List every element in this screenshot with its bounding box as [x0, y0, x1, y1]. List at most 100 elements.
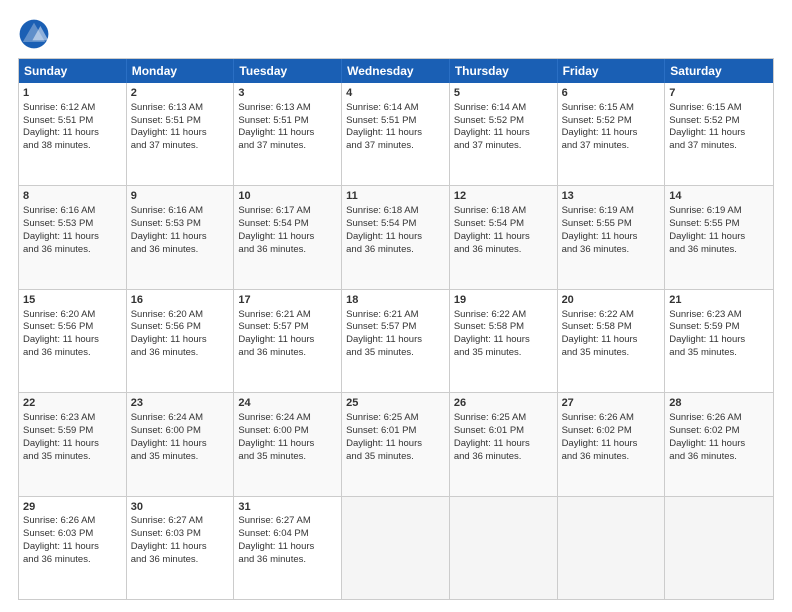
- sunrise-label: Sunrise: 6:26 AM: [562, 412, 634, 423]
- daylight-label: Daylight: 11 hours: [562, 127, 638, 138]
- calendar-cell-29: 29Sunrise: 6:26 AMSunset: 6:03 PMDayligh…: [19, 497, 127, 599]
- daylight-label: Daylight: 11 hours: [23, 334, 99, 345]
- sunset-label: Sunset: 5:51 PM: [23, 115, 93, 126]
- calendar-cell-11: 11Sunrise: 6:18 AMSunset: 5:54 PMDayligh…: [342, 186, 450, 288]
- sunset-label: Sunset: 5:51 PM: [131, 115, 201, 126]
- calendar-cell-empty: [342, 497, 450, 599]
- day-number: 4: [346, 86, 445, 101]
- sunset-label: Sunset: 5:54 PM: [238, 218, 308, 229]
- daylight-minutes: and 36 minutes.: [669, 451, 737, 462]
- day-number: 2: [131, 86, 230, 101]
- sunset-label: Sunset: 5:52 PM: [454, 115, 524, 126]
- sunrise-label: Sunrise: 6:21 AM: [238, 309, 310, 320]
- day-number: 10: [238, 189, 337, 204]
- daylight-minutes: and 36 minutes.: [454, 451, 522, 462]
- sunrise-label: Sunrise: 6:16 AM: [23, 205, 95, 216]
- header-day-monday: Monday: [127, 59, 235, 83]
- daylight-minutes: and 36 minutes.: [346, 244, 414, 255]
- header: [18, 18, 774, 50]
- calendar: SundayMondayTuesdayWednesdayThursdayFrid…: [18, 58, 774, 600]
- daylight-label: Daylight: 11 hours: [131, 127, 207, 138]
- daylight-minutes: and 37 minutes.: [346, 140, 414, 151]
- day-number: 3: [238, 86, 337, 101]
- sunrise-label: Sunrise: 6:26 AM: [23, 515, 95, 526]
- sunset-label: Sunset: 5:55 PM: [562, 218, 632, 229]
- logo: [18, 18, 54, 50]
- sunrise-label: Sunrise: 6:21 AM: [346, 309, 418, 320]
- daylight-minutes: and 35 minutes.: [23, 451, 91, 462]
- day-number: 20: [562, 293, 661, 308]
- daylight-minutes: and 36 minutes.: [238, 347, 306, 358]
- day-number: 29: [23, 500, 122, 515]
- daylight-label: Daylight: 11 hours: [346, 334, 422, 345]
- calendar-cell-17: 17Sunrise: 6:21 AMSunset: 5:57 PMDayligh…: [234, 290, 342, 392]
- day-number: 30: [131, 500, 230, 515]
- calendar-cell-1: 1Sunrise: 6:12 AMSunset: 5:51 PMDaylight…: [19, 83, 127, 185]
- sunrise-label: Sunrise: 6:23 AM: [669, 309, 741, 320]
- sunrise-label: Sunrise: 6:27 AM: [238, 515, 310, 526]
- daylight-minutes: and 37 minutes.: [238, 140, 306, 151]
- sunset-label: Sunset: 6:01 PM: [454, 425, 524, 436]
- daylight-minutes: and 35 minutes.: [238, 451, 306, 462]
- sunrise-label: Sunrise: 6:13 AM: [238, 102, 310, 113]
- sunset-label: Sunset: 5:56 PM: [131, 321, 201, 332]
- day-number: 21: [669, 293, 769, 308]
- day-number: 25: [346, 396, 445, 411]
- sunrise-label: Sunrise: 6:14 AM: [346, 102, 418, 113]
- daylight-label: Daylight: 11 hours: [454, 127, 530, 138]
- calendar-cell-19: 19Sunrise: 6:22 AMSunset: 5:58 PMDayligh…: [450, 290, 558, 392]
- calendar-cell-23: 23Sunrise: 6:24 AMSunset: 6:00 PMDayligh…: [127, 393, 235, 495]
- sunset-label: Sunset: 6:03 PM: [131, 528, 201, 539]
- sunset-label: Sunset: 5:55 PM: [669, 218, 739, 229]
- daylight-label: Daylight: 11 hours: [669, 231, 745, 242]
- sunrise-label: Sunrise: 6:16 AM: [131, 205, 203, 216]
- calendar-cell-27: 27Sunrise: 6:26 AMSunset: 6:02 PMDayligh…: [558, 393, 666, 495]
- sunset-label: Sunset: 5:51 PM: [346, 115, 416, 126]
- daylight-label: Daylight: 11 hours: [23, 438, 99, 449]
- calendar-cell-5: 5Sunrise: 6:14 AMSunset: 5:52 PMDaylight…: [450, 83, 558, 185]
- calendar-cell-12: 12Sunrise: 6:18 AMSunset: 5:54 PMDayligh…: [450, 186, 558, 288]
- calendar-cell-28: 28Sunrise: 6:26 AMSunset: 6:02 PMDayligh…: [665, 393, 773, 495]
- sunrise-label: Sunrise: 6:13 AM: [131, 102, 203, 113]
- daylight-minutes: and 36 minutes.: [131, 554, 199, 565]
- daylight-minutes: and 36 minutes.: [23, 554, 91, 565]
- header-day-tuesday: Tuesday: [234, 59, 342, 83]
- calendar-cell-20: 20Sunrise: 6:22 AMSunset: 5:58 PMDayligh…: [558, 290, 666, 392]
- daylight-label: Daylight: 11 hours: [669, 438, 745, 449]
- day-number: 22: [23, 396, 122, 411]
- sunrise-label: Sunrise: 6:26 AM: [669, 412, 741, 423]
- daylight-label: Daylight: 11 hours: [238, 438, 314, 449]
- daylight-minutes: and 37 minutes.: [131, 140, 199, 151]
- day-number: 18: [346, 293, 445, 308]
- daylight-minutes: and 36 minutes.: [131, 347, 199, 358]
- daylight-minutes: and 36 minutes.: [238, 554, 306, 565]
- daylight-minutes: and 36 minutes.: [238, 244, 306, 255]
- calendar-header: SundayMondayTuesdayWednesdayThursdayFrid…: [19, 59, 773, 83]
- daylight-label: Daylight: 11 hours: [23, 541, 99, 552]
- sunrise-label: Sunrise: 6:19 AM: [669, 205, 741, 216]
- calendar-cell-empty: [558, 497, 666, 599]
- sunset-label: Sunset: 5:56 PM: [23, 321, 93, 332]
- calendar-cell-24: 24Sunrise: 6:24 AMSunset: 6:00 PMDayligh…: [234, 393, 342, 495]
- daylight-label: Daylight: 11 hours: [562, 231, 638, 242]
- calendar-cell-8: 8Sunrise: 6:16 AMSunset: 5:53 PMDaylight…: [19, 186, 127, 288]
- sunset-label: Sunset: 6:02 PM: [562, 425, 632, 436]
- day-number: 26: [454, 396, 553, 411]
- daylight-minutes: and 36 minutes.: [131, 244, 199, 255]
- sunrise-label: Sunrise: 6:22 AM: [454, 309, 526, 320]
- calendar-body: 1Sunrise: 6:12 AMSunset: 5:51 PMDaylight…: [19, 83, 773, 599]
- sunrise-label: Sunrise: 6:15 AM: [669, 102, 741, 113]
- daylight-minutes: and 35 minutes.: [346, 451, 414, 462]
- header-day-saturday: Saturday: [665, 59, 773, 83]
- calendar-cell-16: 16Sunrise: 6:20 AMSunset: 5:56 PMDayligh…: [127, 290, 235, 392]
- calendar-cell-4: 4Sunrise: 6:14 AM Sunset: 5:51 PMDaylight…: [342, 83, 450, 185]
- sunrise-label: Sunrise: 6:24 AM: [238, 412, 310, 423]
- daylight-label: Daylight: 11 hours: [131, 438, 207, 449]
- daylight-minutes: and 36 minutes.: [23, 347, 91, 358]
- sunset-label: Sunset: 5:53 PM: [131, 218, 201, 229]
- sunrise-label: Sunrise: 6:24 AM: [131, 412, 203, 423]
- sunrise-label: Sunrise: 6:14 AM: [454, 102, 526, 113]
- daylight-label: Daylight: 11 hours: [346, 127, 422, 138]
- sunset-label: Sunset: 6:00 PM: [131, 425, 201, 436]
- calendar-cell-15: 15Sunrise: 6:20 AMSunset: 5:56 PMDayligh…: [19, 290, 127, 392]
